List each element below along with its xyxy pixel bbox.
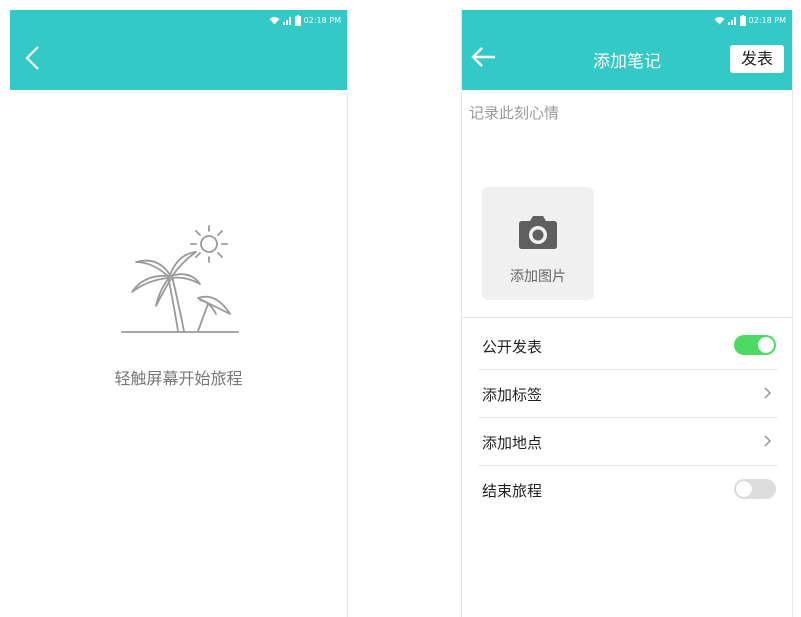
setting-row-public[interactable]: 公开发表	[478, 322, 778, 370]
setting-label: 结束旅程	[482, 482, 543, 500]
status-time: 02:18 PM	[303, 15, 341, 25]
status-time: 02:18 PM	[748, 15, 786, 25]
battery-icon	[739, 14, 746, 26]
divider	[462, 317, 792, 318]
chevron-right-icon	[764, 435, 771, 447]
add-photo-button[interactable]: 添加图片	[482, 187, 594, 300]
toggle-knob	[758, 337, 774, 353]
camera-icon	[516, 213, 560, 253]
wifi-icon	[269, 16, 280, 25]
app-screens: 02:18 PM 轻触屏幕开始旅程 02:18 PM 添加笔记 发表 记录此刻心…	[0, 0, 801, 617]
back-button[interactable]	[22, 44, 46, 72]
settings-list: 公开发表 添加标签 添加地点 结束旅程	[462, 322, 792, 513]
setting-row-location[interactable]: 添加地点	[478, 418, 778, 466]
chevron-right-icon	[764, 387, 771, 399]
publish-button[interactable]: 发表	[730, 45, 784, 73]
add-note-screen: 02:18 PM 添加笔记 发表 记录此刻心情 添加图片 公开发表 添加标签 添…	[461, 10, 793, 617]
toggle-knob	[736, 481, 752, 497]
note-input[interactable]: 记录此刻心情	[469, 102, 559, 123]
setting-row-tags[interactable]: 添加标签	[478, 370, 778, 418]
beach-palm-tree-icon	[118, 218, 242, 338]
add-photo-label: 添加图片	[510, 269, 566, 285]
setting-label: 添加标签	[482, 386, 543, 404]
trip-start-screen: 02:18 PM 轻触屏幕开始旅程	[10, 10, 348, 617]
setting-row-end-trip[interactable]: 结束旅程	[478, 466, 778, 513]
battery-icon	[294, 14, 301, 26]
setting-label: 添加地点	[482, 434, 543, 452]
public-toggle[interactable]	[734, 335, 776, 355]
start-trip-hint[interactable]: 轻触屏幕开始旅程	[10, 365, 347, 389]
end-trip-toggle[interactable]	[734, 479, 776, 499]
chevron-left-icon	[25, 46, 39, 70]
setting-label: 公开发表	[482, 338, 543, 356]
app-bar: 02:18 PM	[10, 10, 347, 90]
status-bar: 02:18 PM	[269, 13, 341, 27]
app-bar: 02:18 PM 添加笔记 发表	[462, 10, 792, 90]
signal-icon	[727, 16, 737, 25]
status-bar: 02:18 PM	[714, 13, 786, 27]
wifi-icon	[714, 16, 725, 25]
signal-icon	[282, 16, 292, 25]
